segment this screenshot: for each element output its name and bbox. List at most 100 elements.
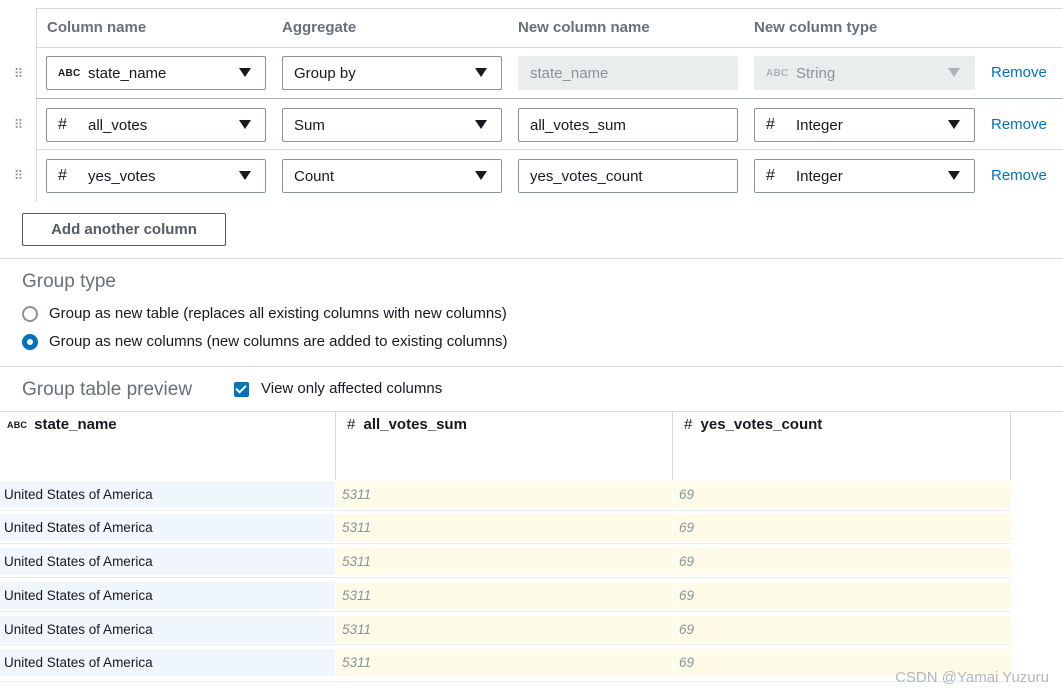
caret-down-icon [239, 171, 251, 180]
section-divider [0, 258, 1063, 259]
header-column-name: Column name [47, 19, 147, 36]
cell-state-name: United States of America [0, 582, 335, 609]
integer-type-icon: # [684, 416, 693, 433]
group-table-preview-title: Group table preview [22, 379, 193, 400]
watermark: CSDN @Yamai Yuzuru [895, 669, 1049, 686]
remove-link[interactable]: Remove [991, 64, 1047, 81]
remove-link[interactable]: Remove [991, 167, 1047, 184]
caret-down-icon [475, 68, 487, 77]
aggregate-select[interactable]: Sum [282, 108, 502, 142]
drag-handle-icon[interactable]: ⠿ [0, 150, 36, 201]
integer-type-icon: # [766, 167, 776, 184]
config-row: ⠿ ABC state_name Group by state_name ABC… [0, 48, 1063, 99]
preview-header-all-votes-sum[interactable]: # all_votes_sum [347, 416, 467, 433]
column-separator [672, 412, 673, 480]
table-row: United States of America 5311 69 [0, 548, 1011, 575]
new-column-type-value: Integer [796, 116, 843, 134]
column-select-value: all_votes [88, 116, 148, 134]
column-select[interactable]: ABC state_name [46, 56, 266, 90]
cell-state-name: United States of America [0, 481, 335, 508]
table-row: United States of America 5311 69 [0, 514, 1011, 541]
caret-down-icon [475, 171, 487, 180]
caret-down-icon [475, 120, 487, 129]
preview-header-label: state_name [34, 416, 117, 433]
cell-state-name: United States of America [0, 514, 335, 541]
aggregate-select-value: Count [294, 167, 335, 185]
cell-state-name: United States of America [0, 616, 335, 643]
new-column-name-input[interactable]: yes_votes_count [518, 159, 738, 193]
column-select-value: state_name [88, 64, 167, 82]
cell-all-votes-sum: 5311 [336, 481, 672, 508]
preview-header-state-name[interactable]: ABC state_name [7, 416, 117, 433]
cell-all-votes-sum: 5311 [336, 514, 672, 541]
cell-state-name: United States of America [0, 649, 335, 676]
aggregate-select-value: Group by [294, 64, 356, 82]
config-header-row: Column name Aggregate New column name Ne… [37, 8, 1063, 48]
cell-all-votes-sum: 5311 [336, 649, 672, 676]
radio-button-icon[interactable] [22, 305, 38, 322]
cell-yes-votes-count: 69 [673, 582, 1011, 609]
new-column-name-value: yes_votes_count [530, 167, 643, 185]
row-separator [0, 644, 1011, 645]
cell-yes-votes-count: 69 [673, 548, 1011, 575]
table-row: United States of America 5311 69 [0, 582, 1011, 609]
new-column-name-value: state_name [530, 64, 609, 82]
integer-type-icon: # [58, 116, 68, 133]
table-row: United States of America 5311 69 [0, 481, 1011, 508]
preview-header-label: all_votes_sum [363, 416, 467, 433]
view-affected-label: View only affected columns [261, 380, 443, 397]
header-aggregate: Aggregate [282, 19, 357, 36]
preview-header-yes-votes-count[interactable]: # yes_votes_count [684, 416, 822, 433]
cell-all-votes-sum: 5311 [336, 582, 672, 609]
column-separator [1010, 412, 1011, 480]
caret-down-icon [948, 171, 960, 180]
caret-down-icon [239, 120, 251, 129]
new-column-type-select[interactable]: # Integer [754, 108, 975, 142]
row-separator [0, 577, 1011, 578]
integer-type-icon: # [347, 416, 356, 433]
new-column-type-value: Integer [796, 167, 843, 185]
cell-yes-votes-count: 69 [673, 616, 1011, 643]
column-separator [335, 412, 336, 480]
column-select[interactable]: # yes_votes [46, 159, 266, 193]
aggregate-select-value: Sum [294, 116, 325, 134]
new-column-type-value: String [796, 64, 836, 82]
drag-handle-icon[interactable]: ⠿ [0, 99, 36, 150]
column-select-value: yes_votes [88, 167, 156, 185]
new-column-name-value: all_votes_sum [530, 116, 626, 134]
radio-group-as-new-columns[interactable]: Group as new columns (new columns are ad… [22, 333, 508, 350]
cell-all-votes-sum: 5311 [336, 548, 672, 575]
radio-label: Group as new table (replaces all existin… [49, 305, 507, 322]
caret-down-icon [239, 68, 251, 77]
table-row: United States of America 5311 69 [0, 649, 1011, 676]
new-column-name-input[interactable]: all_votes_sum [518, 108, 738, 142]
radio-group-as-new-table[interactable]: Group as new table (replaces all existin… [22, 305, 507, 322]
preview-header-border [0, 411, 1063, 412]
add-another-column-button[interactable]: Add another column [22, 213, 226, 246]
row-separator [0, 681, 1011, 682]
row-separator [0, 543, 1011, 544]
radio-label: Group as new columns (new columns are ad… [49, 333, 508, 350]
section-divider [0, 366, 1063, 367]
string-type-icon: ABC [766, 67, 789, 79]
aggregate-select[interactable]: Count [282, 159, 502, 193]
string-type-icon: ABC [7, 419, 28, 430]
cell-yes-votes-count: 69 [673, 481, 1011, 508]
cell-all-votes-sum: 5311 [336, 616, 672, 643]
radio-button-selected-icon[interactable] [22, 333, 38, 350]
row-separator [0, 611, 1011, 612]
group-type-title: Group type [22, 271, 116, 292]
table-row: United States of America 5311 69 [0, 616, 1011, 643]
config-row: ⠿ # all_votes Sum all_votes_sum # Intege… [0, 99, 1063, 150]
column-select[interactable]: # all_votes [46, 108, 266, 142]
header-new-column-type: New column type [754, 19, 878, 36]
config-row: ⠿ # yes_votes Count yes_votes_count # In… [0, 150, 1063, 201]
string-type-icon: ABC [58, 67, 81, 79]
aggregate-select[interactable]: Group by [282, 56, 502, 90]
drag-handle-icon[interactable]: ⠿ [0, 48, 36, 99]
cell-state-name: United States of America [0, 548, 335, 575]
preview-header-label: yes_votes_count [700, 416, 823, 433]
view-affected-checkbox[interactable] [234, 382, 249, 397]
new-column-type-select[interactable]: # Integer [754, 159, 975, 193]
remove-link[interactable]: Remove [991, 116, 1047, 133]
